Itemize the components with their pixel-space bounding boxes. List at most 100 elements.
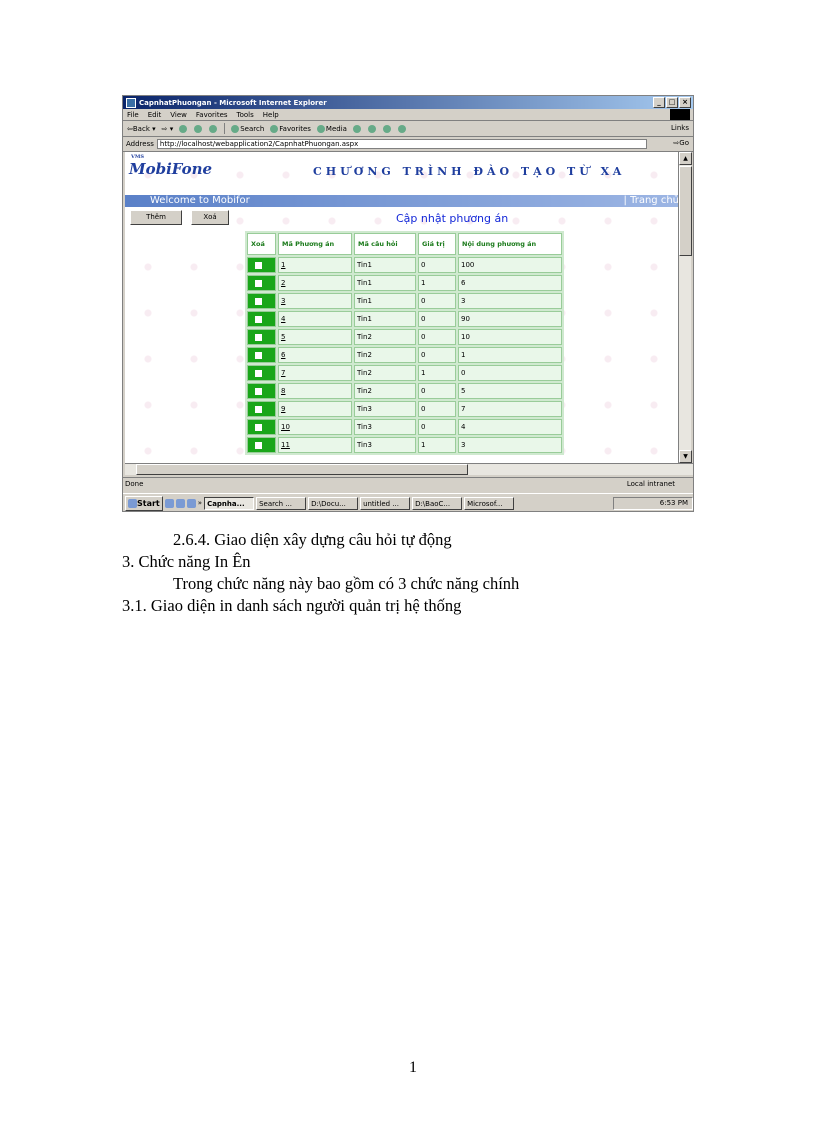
delete-cell <box>247 275 276 291</box>
logo-vms: VMS <box>131 154 145 160</box>
option-code-cell: 3 <box>278 293 352 309</box>
task-capnhat[interactable]: Capnha... <box>204 496 255 510</box>
search-button[interactable]: Search <box>231 124 264 133</box>
horizontal-scrollbar[interactable] <box>125 463 693 475</box>
delete-cell <box>247 365 276 381</box>
delete-checkbox[interactable] <box>255 441 262 449</box>
content-cell: 90 <box>458 311 562 327</box>
delete-cell <box>247 293 276 309</box>
home-link[interactable]: | Trang chủ <box>624 195 679 207</box>
toolbar: ⇦Back ▾ ⇨ ▾ Search Favorites Media Links <box>123 121 693 137</box>
print-icon[interactable] <box>382 124 391 133</box>
question-code-cell: Tin2 <box>354 329 416 345</box>
back-button[interactable]: ⇦Back ▾ <box>127 125 156 133</box>
delete-cell <box>247 383 276 399</box>
delete-checkbox[interactable] <box>255 261 262 269</box>
header-value: Giá trị <box>418 233 456 255</box>
value-cell: 1 <box>418 437 456 453</box>
task-search[interactable]: Search ... <box>256 496 307 510</box>
question-code-cell: Tin2 <box>354 365 416 381</box>
edit-icon[interactable] <box>397 124 406 133</box>
content-cell: 0 <box>458 365 562 381</box>
task-baoc[interactable]: D:\BaoC... <box>412 496 463 510</box>
task-microsoft[interactable]: Microsof... <box>464 496 515 510</box>
value-cell: 1 <box>418 275 456 291</box>
start-button[interactable]: Start <box>125 495 163 511</box>
logo-text: MobiFone <box>129 160 213 178</box>
go-button[interactable]: ⇨Go <box>673 139 689 147</box>
delete-button[interactable]: Xoá <box>191 210 229 225</box>
address-label: Address <box>126 140 154 148</box>
scroll-up-icon[interactable]: ▲ <box>679 152 692 165</box>
option-code-link[interactable]: 9 <box>281 405 285 413</box>
option-code-cell: 11 <box>278 437 352 453</box>
task-documents[interactable]: D:\Docu... <box>308 496 359 510</box>
address-input[interactable]: http://localhost/webapplication2/Capnhat… <box>156 139 647 149</box>
table-row: 8 Tin2 0 5 <box>247 383 562 399</box>
delete-checkbox[interactable] <box>255 333 262 341</box>
media-button[interactable]: Media <box>316 124 347 133</box>
minimize-button[interactable]: _ <box>653 97 665 108</box>
table-row: 2 Tin1 1 6 <box>247 275 562 291</box>
option-code-link[interactable]: 7 <box>281 369 285 377</box>
option-code-link[interactable]: 10 <box>281 423 290 431</box>
windows-logo-icon <box>670 109 690 120</box>
scroll-down-icon[interactable]: ▼ <box>679 450 692 463</box>
refresh-icon[interactable] <box>194 124 203 133</box>
delete-checkbox[interactable] <box>255 387 262 395</box>
taskbar: Start » Capnha... Search ... D:\Docu... … <box>123 493 693 511</box>
value-cell: 0 <box>418 419 456 435</box>
history-icon[interactable] <box>352 124 361 133</box>
menu-help[interactable]: Help <box>263 111 279 119</box>
quicklaunch-ie-icon[interactable] <box>175 498 185 508</box>
option-code-link[interactable]: 8 <box>281 387 285 395</box>
vertical-scroll-thumb[interactable] <box>679 166 692 256</box>
browser-screenshot: CapnhatPhuongan - Microsoft Internet Exp… <box>122 95 694 512</box>
delete-checkbox[interactable] <box>255 315 262 323</box>
mail-icon[interactable] <box>367 124 376 133</box>
links-button[interactable]: Links <box>671 124 689 132</box>
menu-view[interactable]: View <box>170 111 187 119</box>
menu-edit[interactable]: Edit <box>148 111 162 119</box>
quicklaunch-desktop-icon[interactable] <box>164 498 174 508</box>
quicklaunch-more-icon[interactable]: » <box>198 499 202 507</box>
title-bar: CapnhatPhuongan - Microsoft Internet Exp… <box>123 96 693 109</box>
maximize-button[interactable]: □ <box>666 97 678 108</box>
quicklaunch-outlook-icon[interactable] <box>186 498 196 508</box>
menu-file[interactable]: File <box>127 111 139 119</box>
menu-tools[interactable]: Tools <box>237 111 254 119</box>
option-code-cell: 8 <box>278 383 352 399</box>
option-code-link[interactable]: 11 <box>281 441 290 449</box>
delete-checkbox[interactable] <box>255 423 262 431</box>
close-button[interactable]: × <box>679 97 691 108</box>
vertical-scrollbar[interactable]: ▲ ▼ <box>678 152 692 463</box>
delete-checkbox[interactable] <box>255 351 262 359</box>
horizontal-scroll-thumb[interactable] <box>136 464 468 475</box>
favorites-button[interactable]: Favorites <box>270 124 311 133</box>
menu-favorites[interactable]: Favorites <box>196 111 228 119</box>
value-cell: 1 <box>418 365 456 381</box>
site-banner: VMS MobiFone CHƯƠNG TRÌNH ĐÀO TẠO TỪ XA <box>125 152 681 194</box>
table-header-row: Xoá Mã Phương án Mã câu hỏi Giá trị Nội … <box>247 233 562 255</box>
forward-button[interactable]: ⇨ ▾ <box>162 125 174 133</box>
option-code-link[interactable]: 6 <box>281 351 285 359</box>
option-code-link[interactable]: 4 <box>281 315 285 323</box>
delete-checkbox[interactable] <box>255 279 262 287</box>
delete-checkbox[interactable] <box>255 369 262 377</box>
option-code-link[interactable]: 2 <box>281 279 285 287</box>
delete-checkbox[interactable] <box>255 297 262 305</box>
window-title: CapnhatPhuongan - Microsoft Internet Exp… <box>139 98 327 107</box>
page-heading: Cập nhật phương án <box>396 212 509 225</box>
add-button[interactable]: Thêm <box>130 210 182 225</box>
content-cell: 5 <box>458 383 562 399</box>
header-question-code: Mã câu hỏi <box>354 233 416 255</box>
option-code-link[interactable]: 5 <box>281 333 285 341</box>
question-code-cell: Tin1 <box>354 257 416 273</box>
stop-icon[interactable] <box>179 124 188 133</box>
welcome-bar: Welcome to Mobifor | Trang chủ <box>125 195 681 207</box>
task-untitled[interactable]: untitled ... <box>360 496 411 510</box>
option-code-link[interactable]: 3 <box>281 297 285 305</box>
delete-checkbox[interactable] <box>255 405 262 413</box>
home-icon[interactable] <box>209 124 218 133</box>
option-code-link[interactable]: 1 <box>281 261 285 269</box>
